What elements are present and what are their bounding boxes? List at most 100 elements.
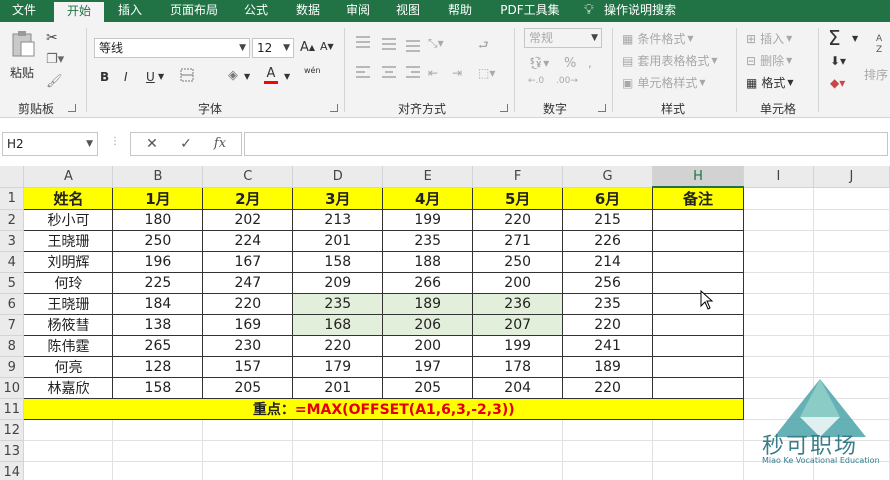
row-header[interactable]: 5: [0, 272, 25, 294]
conditional-format-button[interactable]: ▦ 条件格式 ▼: [622, 30, 694, 47]
cell[interactable]: [652, 440, 744, 462]
note-cell[interactable]: [652, 230, 744, 252]
cell[interactable]: [202, 440, 294, 462]
delete-cells-button[interactable]: ⊟ 删除 ▼: [746, 52, 792, 69]
cell[interactable]: [472, 440, 564, 462]
cell[interactable]: [472, 461, 564, 480]
font-color-button[interactable]: A: [264, 66, 278, 84]
cell[interactable]: 220: [202, 293, 294, 315]
italic-button[interactable]: I: [124, 70, 128, 84]
cell[interactable]: [23, 419, 114, 441]
cell[interactable]: 235: [382, 230, 474, 252]
cell[interactable]: 188: [382, 251, 474, 273]
cell[interactable]: 184: [112, 293, 204, 315]
increase-decimal-icon[interactable]: ←.0: [528, 76, 544, 86]
tab-page-layout[interactable]: 页面布局: [162, 0, 226, 22]
select-all-corner[interactable]: [0, 166, 25, 188]
chevron-down-icon[interactable]: ▼: [158, 72, 164, 81]
increase-font-icon[interactable]: A ▲: [300, 40, 315, 55]
note-cell[interactable]: [652, 272, 744, 294]
percent-button[interactable]: %: [564, 56, 576, 71]
cell[interactable]: [382, 440, 474, 462]
cell[interactable]: [652, 419, 744, 441]
cell[interactable]: 158: [112, 377, 204, 399]
cell[interactable]: 199: [382, 209, 474, 231]
align-top-icon[interactable]: [356, 36, 370, 50]
name-cell[interactable]: 刘明辉: [23, 251, 114, 273]
cell[interactable]: [743, 335, 814, 357]
cell[interactable]: [562, 419, 654, 441]
cell[interactable]: [743, 272, 814, 294]
header-cell[interactable]: 6月: [562, 186, 654, 210]
name-cell[interactable]: 王晓珊: [23, 230, 114, 252]
cell[interactable]: 201: [292, 377, 384, 399]
number-format-select[interactable]: 常规 ▼: [524, 28, 602, 48]
note-cell[interactable]: [652, 314, 744, 336]
cell[interactable]: [112, 419, 204, 441]
format-as-table-button[interactable]: ▤ 套用表格格式 ▼: [622, 52, 718, 69]
wrap-text-icon[interactable]: ⮐: [478, 36, 489, 57]
chevron-down-icon[interactable]: ▼: [244, 72, 250, 81]
header-cell[interactable]: 备注: [652, 186, 744, 210]
cell[interactable]: 220: [472, 209, 564, 231]
font-launcher-icon[interactable]: [330, 104, 338, 112]
decrease-decimal-icon[interactable]: .00→: [556, 76, 578, 86]
name-cell[interactable]: 何玲: [23, 272, 114, 294]
highlighted-cell[interactable]: 189: [382, 293, 474, 315]
cell[interactable]: 266: [382, 272, 474, 294]
merge-center-icon[interactable]: ⬚▾: [478, 66, 495, 80]
cut-icon[interactable]: ✂: [46, 30, 58, 46]
cell[interactable]: 200: [472, 272, 564, 294]
insert-cells-button[interactable]: ⊞ 插入 ▼: [746, 30, 792, 47]
cell[interactable]: 128: [112, 356, 204, 378]
cell[interactable]: 220: [562, 377, 654, 399]
highlighted-cell[interactable]: 235: [292, 293, 384, 315]
highlighted-cell[interactable]: 207: [472, 314, 564, 336]
number-launcher-icon[interactable]: [598, 104, 606, 112]
row-header[interactable]: 6: [0, 293, 25, 315]
cell[interactable]: 271: [472, 230, 564, 252]
formula-input[interactable]: [244, 132, 888, 156]
cell[interactable]: 224: [202, 230, 294, 252]
cell[interactable]: [743, 187, 814, 210]
header-cell[interactable]: 5月: [472, 186, 564, 210]
header-cell[interactable]: 1月: [112, 186, 204, 210]
underline-button[interactable]: U: [146, 70, 155, 84]
paste-icon[interactable]: [10, 31, 40, 57]
tab-home[interactable]: 开始: [54, 0, 104, 22]
cell[interactable]: [382, 419, 474, 441]
row-header[interactable]: 1: [0, 187, 25, 210]
cell[interactable]: 158: [292, 251, 384, 273]
clipboard-launcher-icon[interactable]: [68, 104, 76, 112]
cell[interactable]: [813, 230, 890, 252]
font-size-select[interactable]: 12 ▼: [252, 38, 294, 58]
orientation-icon[interactable]: ⤡▾: [428, 36, 444, 51]
row-header[interactable]: 13: [0, 440, 25, 462]
column-header[interactable]: H: [652, 166, 744, 188]
column-header[interactable]: C: [202, 166, 294, 188]
cell[interactable]: 205: [382, 377, 474, 399]
copy-icon[interactable]: ❐▾: [46, 52, 64, 67]
cell[interactable]: 157: [202, 356, 294, 378]
cell[interactable]: 202: [202, 209, 294, 231]
cell[interactable]: 167: [202, 251, 294, 273]
row-header[interactable]: 14: [0, 461, 25, 480]
cell[interactable]: [813, 209, 890, 231]
bold-button[interactable]: B: [100, 70, 109, 84]
name-cell[interactable]: 何亮: [23, 356, 114, 378]
cell[interactable]: 189: [562, 356, 654, 378]
cell[interactable]: [23, 461, 114, 480]
align-right-icon[interactable]: [406, 66, 420, 80]
cell[interactable]: 225: [112, 272, 204, 294]
cancel-icon[interactable]: ✕: [137, 133, 167, 155]
cell[interactable]: 220: [292, 335, 384, 357]
comma-style-icon[interactable]: ,: [588, 56, 592, 70]
enter-icon[interactable]: ✓: [171, 133, 201, 155]
cell[interactable]: 220: [562, 314, 654, 336]
cell[interactable]: 265: [112, 335, 204, 357]
align-middle-icon[interactable]: [382, 36, 396, 50]
column-header[interactable]: G: [562, 166, 654, 188]
column-header[interactable]: A: [23, 166, 114, 188]
cell[interactable]: 197: [382, 356, 474, 378]
column-header[interactable]: J: [813, 166, 890, 188]
